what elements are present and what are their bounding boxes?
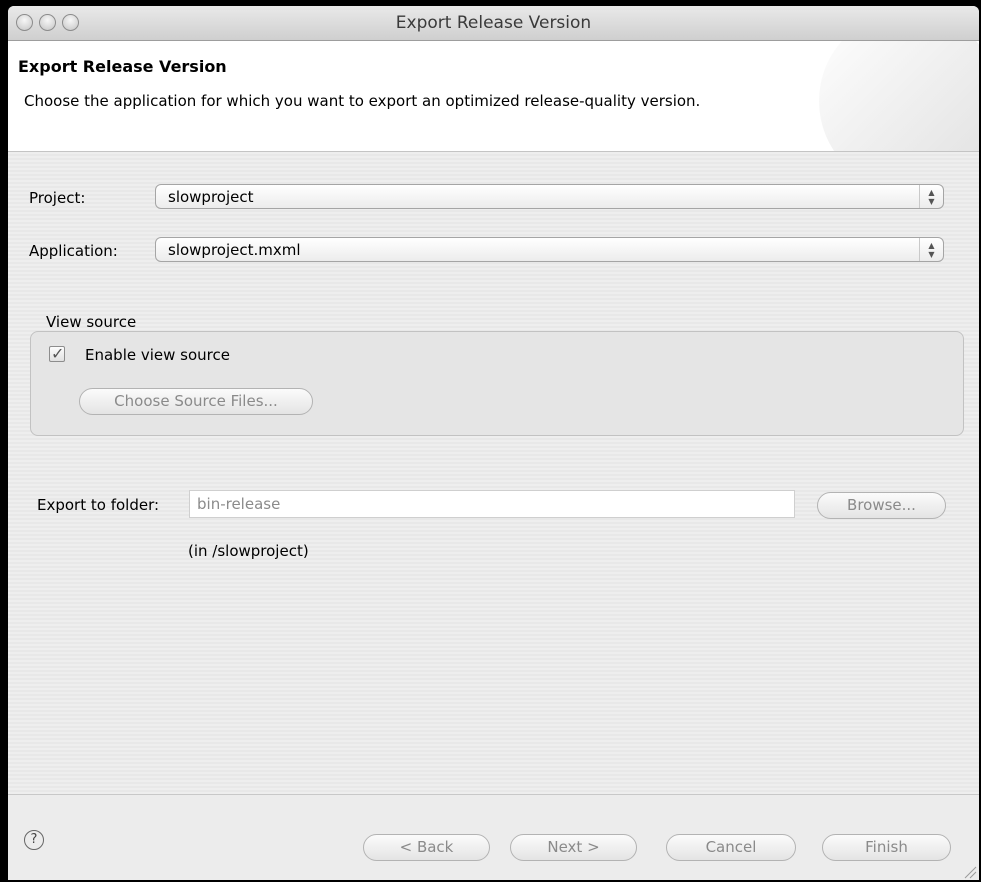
- wizard-header: Export Release Version Choose the applic…: [8, 41, 979, 152]
- window-title: Export Release Version: [395, 13, 592, 33]
- enable-view-source-checkbox[interactable]: ✓: [49, 344, 65, 363]
- select-arrows-icon: ▲ ▼: [919, 238, 943, 261]
- next-button[interactable]: Next >: [510, 834, 637, 861]
- check-icon: ✓: [51, 344, 65, 363]
- cancel-button[interactable]: Cancel: [666, 834, 796, 861]
- wizard-footer: ? < Back Next > Cancel Finish: [8, 794, 979, 880]
- finish-button[interactable]: Finish: [822, 834, 951, 861]
- export-folder-placeholder: bin-release: [197, 495, 281, 513]
- application-select-value: slowproject.mxml: [168, 241, 301, 259]
- project-label: Project:: [29, 189, 86, 207]
- browse-button[interactable]: Browse...: [817, 492, 946, 519]
- page-description: Choose the application for which you wan…: [24, 92, 701, 110]
- project-select[interactable]: slowproject ▲ ▼: [155, 184, 944, 209]
- export-folder-input[interactable]: bin-release: [189, 490, 795, 518]
- page-title: Export Release Version: [18, 57, 227, 76]
- application-label: Application:: [29, 242, 118, 260]
- project-select-value: slowproject: [168, 188, 254, 206]
- back-button[interactable]: < Back: [363, 834, 490, 861]
- view-source-group-label: View source: [46, 313, 137, 331]
- export-folder-label: Export to folder:: [37, 496, 160, 514]
- select-arrows-icon: ▲ ▼: [919, 185, 943, 208]
- title-bar[interactable]: Export Release Version: [8, 6, 979, 41]
- application-select[interactable]: slowproject.mxml ▲ ▼: [155, 237, 944, 262]
- help-icon[interactable]: ?: [24, 830, 44, 850]
- resize-grip-icon[interactable]: [961, 863, 977, 879]
- view-source-group: ✓ Enable view source Choose Source Files…: [30, 331, 964, 436]
- export-folder-note: (in /slowproject): [188, 542, 309, 560]
- choose-source-files-button[interactable]: Choose Source Files...: [79, 388, 313, 415]
- enable-view-source-label[interactable]: Enable view source: [85, 346, 230, 364]
- dialog-window: Export Release Version Export Release Ve…: [8, 6, 979, 880]
- header-decoration: [819, 41, 979, 151]
